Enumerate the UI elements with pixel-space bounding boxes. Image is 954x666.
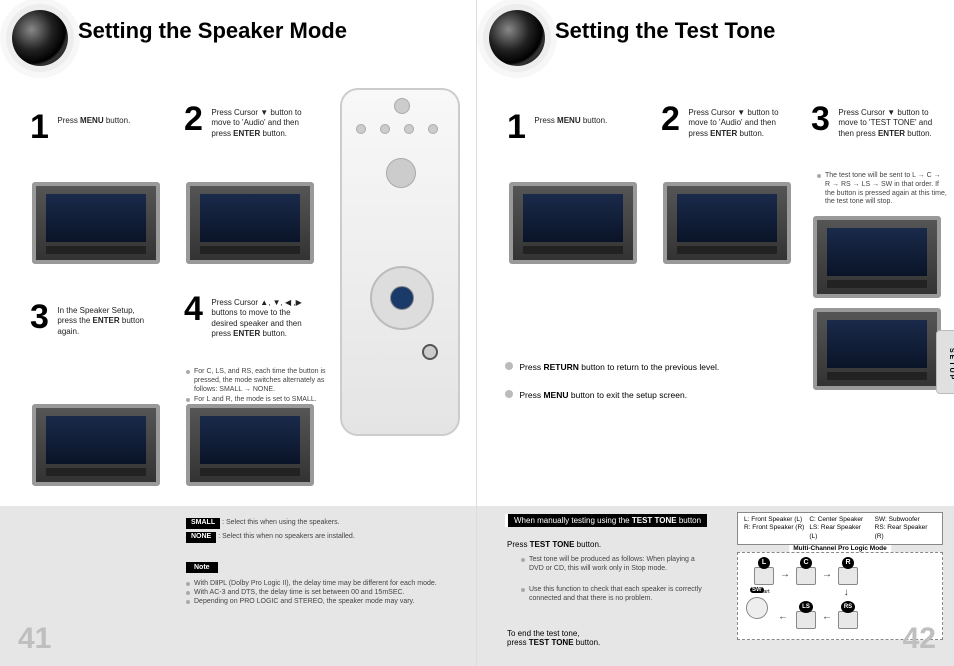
list-bullet-icon — [505, 390, 513, 398]
small-none-row: SMALL : Select this when using the speak… — [186, 518, 456, 543]
note-block: Note With DⅡPL (Dolby Pro Logic II), the… — [186, 556, 456, 606]
screenshot-4 — [186, 404, 314, 486]
speaker-ls-icon: LS — [796, 611, 816, 629]
step-1: 1 Press MENU button. — [30, 112, 170, 143]
speaker-r-icon: R — [838, 567, 858, 585]
step-text: Press Cursor ▼ button to move to 'TEST T… — [834, 104, 934, 139]
screenshot-3 — [32, 404, 160, 486]
step-2: 2 Press Cursor ▼ button to move to 'Audi… — [184, 104, 334, 139]
step-number: 3 — [30, 302, 49, 333]
step-number: 4 — [184, 294, 203, 325]
section-speaker-icon — [12, 10, 68, 66]
test-tone-button-icon — [422, 344, 438, 360]
page-number-left: 41 — [18, 622, 51, 656]
arrow-icon — [822, 613, 832, 624]
legend-l: L: Front Speaker (L) — [744, 516, 805, 524]
step-text: Press Cursor ▼ button to move to 'Audio'… — [207, 104, 317, 139]
legend-ls: LS: Rear Speaker (L) — [809, 524, 870, 541]
menu-line: Press MENU button to exit the setup scre… — [505, 390, 795, 400]
list-bullet-icon — [505, 362, 513, 370]
page-number-right: 42 — [903, 622, 936, 656]
step-2: 2 Press Cursor ▼ button to move to 'Audi… — [661, 104, 811, 139]
step-1: 1 Press MENU button. — [507, 112, 647, 143]
bullet-text: For C, LS, and RS, each time the button … — [194, 368, 326, 393]
speaker-legend-box: L: Front Speaker (L) C: Center Speaker S… — [737, 512, 943, 545]
none-text: : Select this when no speakers are insta… — [218, 533, 355, 540]
step-3: 3 Press Cursor ▼ button to move to 'TEST… — [811, 104, 951, 139]
section-speaker-icon — [489, 10, 545, 66]
screenshot-2 — [186, 182, 314, 264]
end-testtone-line: To end the test tone, press TEST TONE bu… — [507, 620, 600, 647]
note-label: Note — [186, 562, 218, 573]
step-text: Press MENU button. — [53, 112, 151, 126]
bullet-text: For L and R, the mode is set to SMALL. — [194, 396, 317, 403]
step-number: 2 — [661, 104, 680, 135]
note-text: With DⅡPL (Dolby Pro Logic II), the dela… — [194, 580, 437, 587]
start-label: Start — [758, 589, 770, 595]
bullet-text: Test tone will be produced as follows: W… — [529, 556, 695, 572]
page-right-title: Setting the Test Tone — [555, 18, 775, 44]
screenshot-2 — [663, 182, 791, 264]
step-number: 3 — [811, 104, 830, 135]
note-text: Depending on PRO LOGIC and STEREO, the s… — [194, 598, 414, 605]
step-number: 2 — [184, 104, 203, 135]
step-text: Press Cursor ▼ button to move to 'Audio'… — [684, 104, 794, 139]
speaker-l-icon: L — [754, 567, 774, 585]
step-number: 1 — [30, 112, 49, 143]
step-4: 4 Press Cursor ▲, ▼, ◀ ,▶ buttons to mov… — [184, 294, 334, 340]
step-number: 1 — [507, 112, 526, 143]
screenshot-3a — [813, 216, 941, 298]
bullet-text: The test tone will be sent to L → C → R … — [825, 172, 947, 205]
screenshot-3b — [813, 308, 941, 390]
speaker-rs-icon: RS — [838, 611, 858, 629]
speaker-c-icon: C — [796, 567, 816, 585]
screenshot-1 — [32, 182, 160, 264]
bullet-text: Use this function to check that each spe… — [529, 586, 702, 602]
arrow-icon — [822, 569, 832, 580]
return-line: Press RETURN button to return to the pre… — [505, 362, 795, 372]
manual-spread: Setting the Speaker Mode 1 Press MENU bu… — [0, 0, 954, 666]
small-text: : Select this when using the speakers. — [222, 519, 340, 526]
arrow-icon — [780, 569, 790, 580]
page-left-title: Setting the Speaker Mode — [78, 18, 347, 44]
none-label: NONE — [186, 532, 216, 543]
screenshot-1 — [509, 182, 637, 264]
small-label: SMALL — [186, 518, 220, 529]
speaker-sw-icon: SW — [746, 597, 768, 619]
setup-tab: SETUP — [936, 330, 954, 394]
flow-title: Multi-Channel Pro Logic Mode — [789, 545, 891, 552]
step-text: Press MENU button. — [530, 112, 628, 126]
step-text: Press Cursor ▲, ▼, ◀ ,▶ buttons to move … — [207, 294, 317, 340]
legend-c: C: Center Speaker — [809, 516, 870, 524]
arrow-icon — [842, 588, 853, 598]
remote-dpad — [370, 266, 434, 330]
step-4-bullets: For C, LS, and RS, each time the button … — [186, 368, 326, 405]
note-text: With AC-3 and DTS, the delay time is set… — [194, 589, 405, 596]
legend-sw: SW: Subwoofer — [875, 516, 936, 524]
legend-rs: RS: Rear Speaker (R) — [875, 524, 936, 541]
legend-r: R: Front Speaker (R) — [744, 524, 805, 541]
step-3: 3 In the Speaker Setup, press the ENTER … — [30, 302, 170, 337]
step-text: In the Speaker Setup, press the ENTER bu… — [53, 302, 151, 337]
page-right: Setting the Test Tone 1 Press MENU butto… — [477, 0, 954, 666]
enter-button-icon — [390, 286, 414, 310]
page-left: Setting the Speaker Mode 1 Press MENU bu… — [0, 0, 477, 666]
press-testtone-line: Press TEST TONE button. — [507, 540, 601, 549]
remote-illustration — [340, 88, 460, 436]
arrow-icon — [778, 613, 788, 624]
manual-heading: When manually testing using the TEST TON… — [505, 514, 707, 527]
